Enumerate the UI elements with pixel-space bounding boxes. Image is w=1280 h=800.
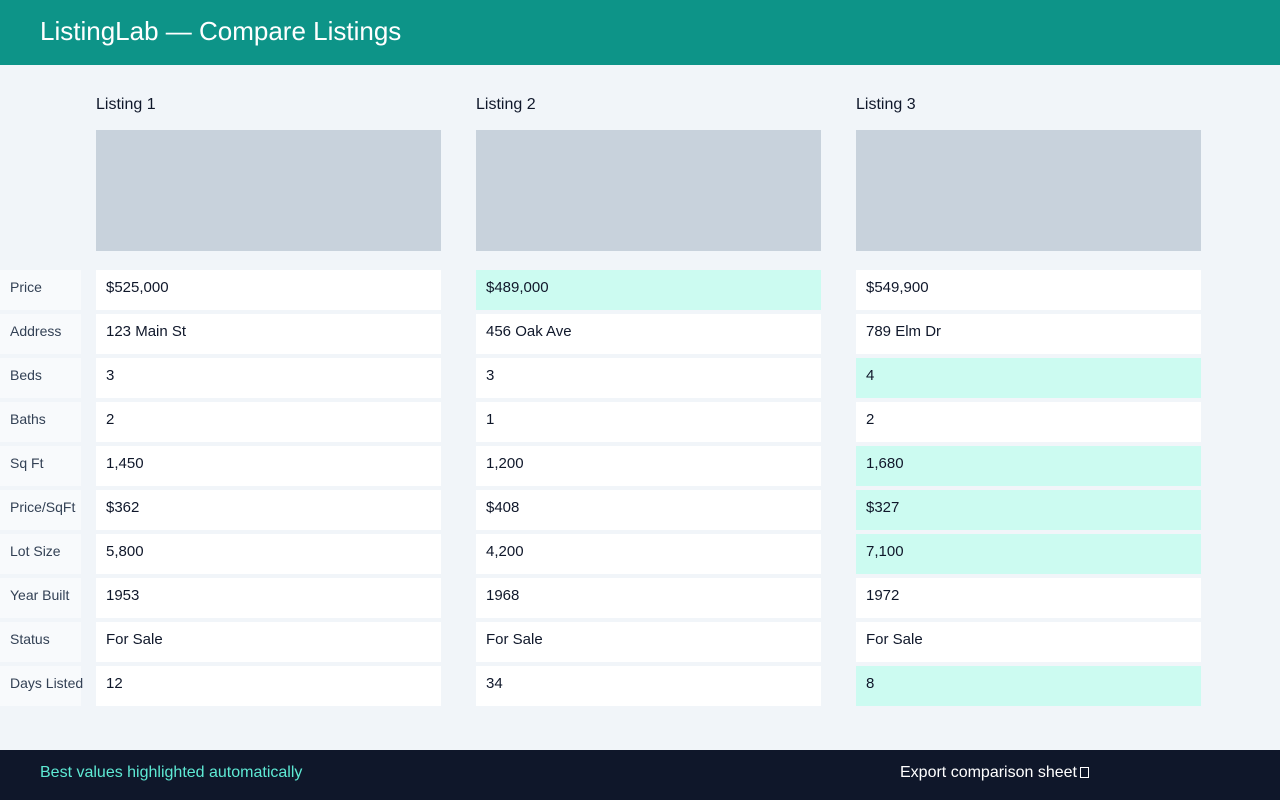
- row-label-address: Address: [0, 314, 81, 354]
- app-footer: Best values highlighted automatically Ex…: [0, 750, 1280, 800]
- cell-address-listing-2: 456 Oak Ave: [476, 314, 821, 354]
- cell-sq-ft-listing-3: 1,680: [856, 446, 1201, 486]
- cell-year-built-listing-1: 1953: [96, 578, 441, 618]
- cell-price-sqft-listing-1: $362: [96, 490, 441, 530]
- row-label-beds: Beds: [0, 358, 81, 398]
- export-label: Export comparison sheet: [900, 764, 1077, 781]
- listing-3-header: Listing 3: [856, 96, 916, 113]
- cell-sq-ft-listing-1: 1,450: [96, 446, 441, 486]
- row-label-baths: Baths: [0, 402, 81, 442]
- cell-address-listing-3: 789 Elm Dr: [856, 314, 1201, 354]
- cell-baths-listing-1: 2: [96, 402, 441, 442]
- cell-lot-size-listing-2: 4,200: [476, 534, 821, 574]
- row-label-days-listed: Days Listed: [0, 666, 83, 706]
- listing-1-photo[interactable]: [96, 130, 441, 251]
- cell-price-sqft-listing-2: $408: [476, 490, 821, 530]
- cell-price-listing-3: $549,900: [856, 270, 1201, 310]
- cell-lot-size-listing-1: 5,800: [96, 534, 441, 574]
- cell-days-listed-listing-1: 12: [96, 666, 441, 706]
- app-header: ListingLab — Compare Listings: [0, 0, 1280, 65]
- listing-2-photo[interactable]: [476, 130, 821, 251]
- row-label-price-sqft: Price/SqFt: [0, 490, 81, 530]
- cell-sq-ft-listing-2: 1,200: [476, 446, 821, 486]
- cell-lot-size-listing-3: 7,100: [856, 534, 1201, 574]
- cell-year-built-listing-2: 1968: [476, 578, 821, 618]
- row-label-year-built: Year Built: [0, 578, 81, 618]
- cell-price-sqft-listing-3: $327: [856, 490, 1201, 530]
- listing-3-photo[interactable]: [856, 130, 1201, 251]
- row-label-lot-size: Lot Size: [0, 534, 81, 574]
- cell-address-listing-1: 123 Main St: [96, 314, 441, 354]
- cell-price-listing-2: $489,000: [476, 270, 821, 310]
- export-comparison-button[interactable]: Export comparison sheet: [900, 763, 1089, 783]
- cell-status-listing-2: For Sale: [476, 622, 821, 662]
- cell-beds-listing-2: 3: [476, 358, 821, 398]
- cell-baths-listing-3: 2: [856, 402, 1201, 442]
- listing-1-header: Listing 1: [96, 96, 156, 113]
- cell-days-listed-listing-3: 8: [856, 666, 1201, 706]
- cell-beds-listing-3: 4: [856, 358, 1201, 398]
- highlight-note: Best values highlighted automatically: [40, 764, 303, 781]
- cell-status-listing-3: For Sale: [856, 622, 1201, 662]
- row-label-price: Price: [0, 270, 81, 310]
- cell-price-listing-1: $525,000: [96, 270, 441, 310]
- cell-year-built-listing-3: 1972: [856, 578, 1201, 618]
- cell-days-listed-listing-2: 34: [476, 666, 821, 706]
- external-link-icon: [1079, 767, 1089, 778]
- cell-status-listing-1: For Sale: [96, 622, 441, 662]
- row-label-status: Status: [0, 622, 81, 662]
- cell-beds-listing-1: 3: [96, 358, 441, 398]
- page-title: ListingLab — Compare Listings: [40, 16, 402, 46]
- cell-baths-listing-2: 1: [476, 402, 821, 442]
- row-label-sq-ft: Sq Ft: [0, 446, 81, 486]
- listing-2-header: Listing 2: [476, 96, 536, 113]
